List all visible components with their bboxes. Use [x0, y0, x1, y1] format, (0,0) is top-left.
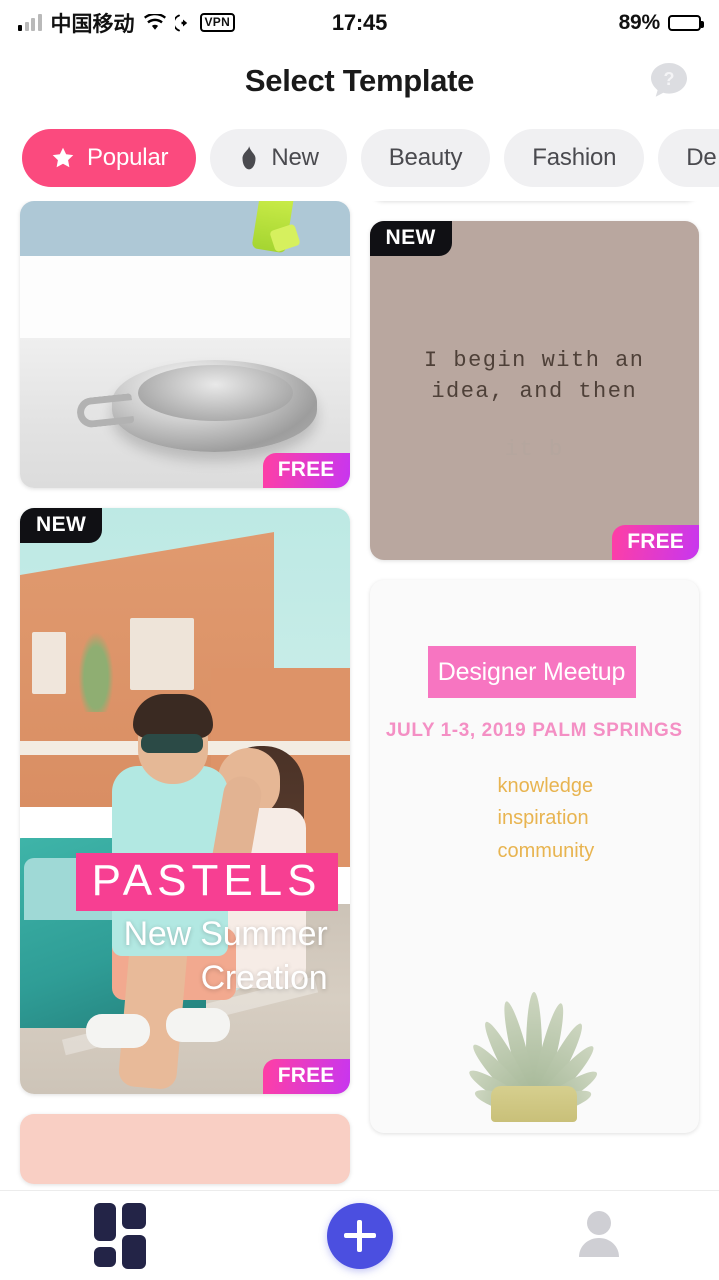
- cookware-top-band: [20, 201, 350, 256]
- pastels-subtitle-line1: New Summer: [123, 915, 328, 954]
- category-chip-design[interactable]: De: [658, 129, 719, 187]
- status-badge: FREE: [262, 1059, 350, 1094]
- svg-text:?: ?: [664, 69, 675, 89]
- tab-create[interactable]: [240, 1191, 480, 1280]
- carrier-label: 中国移动: [50, 12, 135, 36]
- cookware-white-space: [20, 256, 350, 338]
- category-chip-label: De: [686, 144, 717, 171]
- page-title: Select Template: [244, 63, 475, 98]
- status-bar-clock: 17:45: [331, 9, 388, 35]
- template-card-salmon[interactable]: [20, 1114, 350, 1184]
- status-badge: FREE: [612, 525, 699, 560]
- template-column-left: FREE NEW PASTELS New Summer Creation FRE…: [20, 201, 350, 1184]
- meetup-banner: Designer Meetup: [427, 646, 636, 698]
- new-badge: NEW: [369, 221, 452, 256]
- signal-bars-icon: [18, 14, 42, 31]
- pastels-caption: PASTELS New Summer Creation: [20, 852, 350, 998]
- meetup-banner-title: Designer Meetup: [437, 657, 626, 686]
- quote-text: I begin with an idea, and then: [423, 348, 645, 405]
- location-arrow-icon: [172, 14, 191, 32]
- bottom-tab-bar: [0, 1190, 719, 1280]
- battery-icon: [668, 14, 704, 31]
- category-chip-popular[interactable]: Popular: [22, 129, 197, 187]
- pineapple-photo: [459, 872, 609, 1122]
- flame-icon: [238, 145, 260, 171]
- tab-profile[interactable]: [479, 1191, 719, 1280]
- new-badge: NEW: [20, 508, 103, 543]
- template-card-cookware[interactable]: FREE: [20, 201, 350, 488]
- grid-layout-icon: [93, 1202, 146, 1269]
- template-card-designer-meetup[interactable]: Designer Meetup JULY 1-3, 2019 PALM SPRI…: [369, 580, 699, 1133]
- template-card-pastels[interactable]: NEW PASTELS New Summer Creation FREE: [20, 508, 350, 1094]
- status-bar: 中国移动 VPN 17:45 89%: [0, 0, 719, 45]
- meetup-keywords: knowledge inspiration community: [497, 775, 595, 862]
- template-grid-scroll[interactable]: FREE NEW PASTELS New Summer Creation FRE…: [0, 201, 719, 1220]
- star-icon: [50, 145, 76, 171]
- vpn-badge: VPN: [199, 13, 236, 32]
- meetup-date-line: JULY 1-3, 2019 PALM SPRINGS: [385, 720, 683, 741]
- help-question-bubble-icon[interactable]: ?: [643, 55, 695, 107]
- category-chip-label: Beauty: [388, 144, 463, 171]
- template-grid: FREE NEW PASTELS New Summer Creation FRE…: [20, 201, 699, 1184]
- wifi-icon: [143, 14, 166, 31]
- pastels-title: PASTELS: [75, 852, 338, 912]
- plus-icon[interactable]: [326, 1202, 393, 1269]
- category-chip-beauty[interactable]: Beauty: [360, 129, 491, 187]
- battery-percent-label: 89%: [618, 10, 661, 34]
- status-badge: FREE: [262, 453, 350, 488]
- category-chip-row[interactable]: Popular New Beauty Fashion De: [0, 117, 719, 201]
- template-card-quote[interactable]: NEW I begin with an idea, and then it b …: [369, 221, 699, 560]
- pastels-photo: [20, 508, 350, 1094]
- category-chip-label: Fashion: [532, 144, 617, 171]
- category-chip-label: Popular: [87, 144, 169, 171]
- page-header: Select Template ?: [0, 45, 719, 117]
- status-bar-center: 17:45: [332, 10, 387, 36]
- category-chip-label: New: [271, 144, 319, 171]
- status-bar-right: 89%: [387, 10, 704, 35]
- status-bar-left: 中国移动 VPN: [18, 8, 332, 38]
- tab-templates[interactable]: [0, 1191, 240, 1280]
- category-chip-new[interactable]: New: [210, 129, 347, 187]
- quote-text-faded: it b: [504, 437, 564, 462]
- category-chip-fashion[interactable]: Fashion: [504, 129, 645, 187]
- person-icon: [571, 1207, 627, 1264]
- template-column-right: Buy PRO NEW I begin with an idea, and th…: [369, 201, 699, 1184]
- pastels-subtitle-line2: Creation: [200, 958, 328, 997]
